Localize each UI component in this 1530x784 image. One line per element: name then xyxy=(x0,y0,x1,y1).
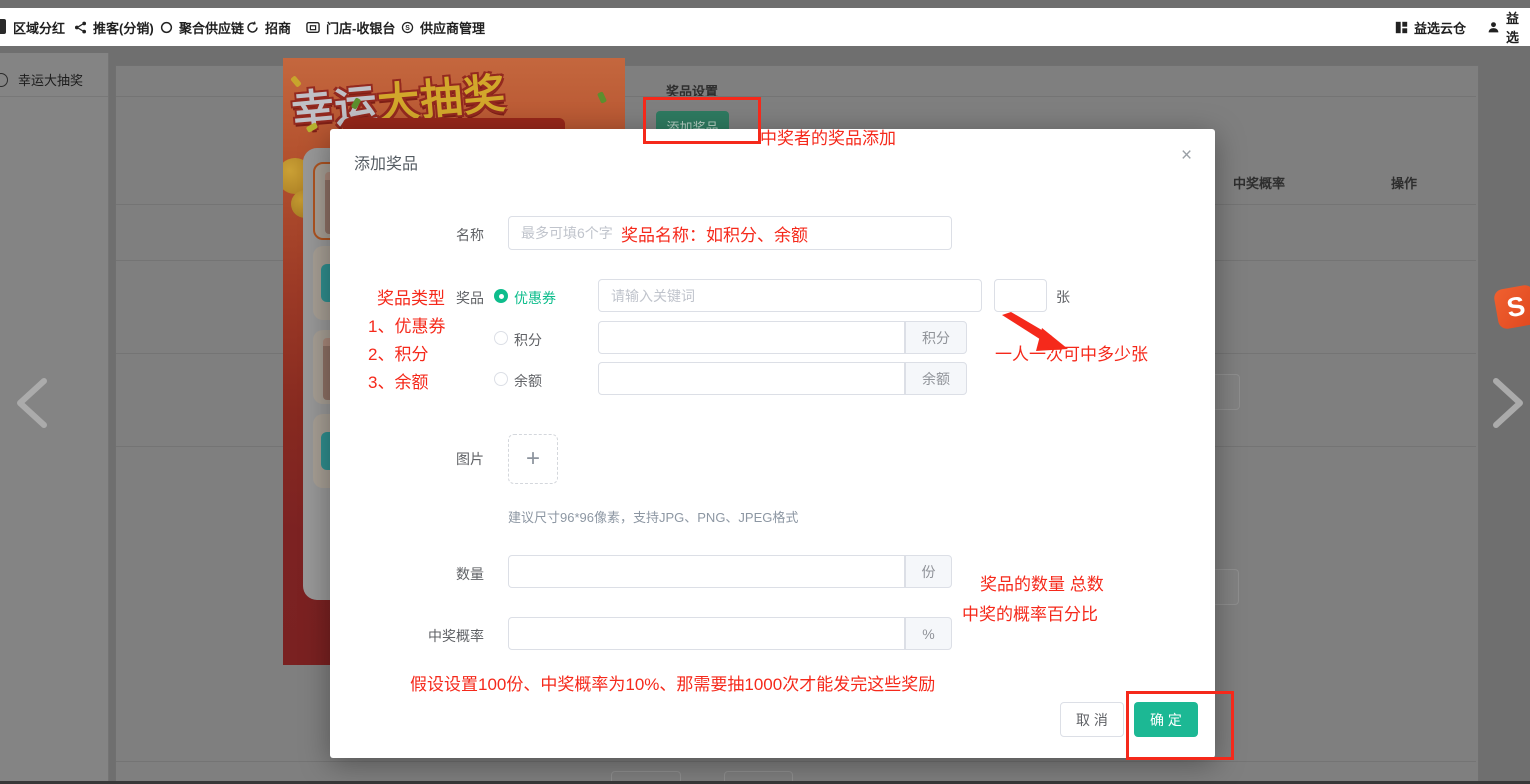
share-icon xyxy=(74,21,87,34)
nav-item-label: 区域分红 xyxy=(13,18,65,37)
annotation-type-title: 奖品类型 xyxy=(377,284,445,309)
svg-text:S: S xyxy=(405,24,410,31)
user-menu[interactable]: 益选 xyxy=(1487,8,1530,46)
nav-item-label: 供应商管理 xyxy=(420,18,485,37)
points-suffix: 积分 xyxy=(905,321,967,354)
nav-item-promoter[interactable]: 推客(分销) xyxy=(74,8,154,46)
column-header-probability: 中奖概率 xyxy=(1233,173,1285,192)
points-input[interactable] xyxy=(598,321,905,354)
plus-icon: + xyxy=(526,445,540,473)
nav-item-investment[interactable]: 招商 xyxy=(246,8,291,46)
coupon-count-input[interactable] xyxy=(994,279,1047,312)
circle-icon xyxy=(160,21,173,34)
radio-balance[interactable] xyxy=(494,372,508,386)
annotation-box-add-button xyxy=(643,97,761,144)
annotation-type-line2: 2、积分 xyxy=(368,340,428,365)
cancel-button[interactable]: 取 消 xyxy=(1060,702,1124,737)
grid-icon xyxy=(1395,21,1408,34)
clipped-nav-icon xyxy=(0,19,6,34)
workspace-switcher[interactable]: 益选云仓 xyxy=(1395,8,1466,46)
workspace-label: 益选云仓 xyxy=(1414,18,1466,37)
quantity-input[interactable] xyxy=(508,555,905,588)
column-header-action: 操作 xyxy=(1391,173,1417,192)
probability-input[interactable] xyxy=(508,617,905,650)
carousel-right-arrow[interactable] xyxy=(1486,375,1530,431)
nav-item-label: 推客(分销) xyxy=(93,18,154,37)
quantity-suffix: 份 xyxy=(905,555,952,588)
image-upload-button[interactable]: + xyxy=(508,434,558,484)
user-icon xyxy=(1487,21,1500,34)
name-label: 名称 xyxy=(390,225,484,245)
image-hint: 建议尺寸96*96像素，支持JPG、PNG、JPEG格式 xyxy=(508,507,798,526)
annotation-count-note: 一人一次可中多少张 xyxy=(995,340,1148,365)
balance-suffix: 余额 xyxy=(905,362,967,395)
carousel-left-arrow[interactable] xyxy=(10,375,54,431)
coupon-unit: 张 xyxy=(1056,287,1070,307)
cash-register-icon xyxy=(306,21,320,34)
sidebar-item-lucky-draw[interactable]: 幸运大抽奖 xyxy=(0,63,108,97)
annotation-bottom-note: 假设设置100份、中奖概率为10%、那需要抽1000次才能发完这些奖励 xyxy=(410,670,935,695)
user-label: 益选 xyxy=(1506,8,1530,46)
annotation-quantity-note: 奖品的数量 总数 xyxy=(980,570,1104,595)
nav-item-region-dividend[interactable]: 区域分红 xyxy=(13,8,65,46)
balance-input[interactable] xyxy=(598,362,905,395)
nav-item-supplier-mgmt[interactable]: S 供应商管理 xyxy=(401,8,485,46)
recycle-icon xyxy=(246,21,259,34)
radio-balance-label: 余额 xyxy=(514,371,542,391)
divider xyxy=(116,761,1476,762)
image-label: 图片 xyxy=(390,449,484,469)
coupon-keyword-input[interactable] xyxy=(598,279,982,312)
lottery-icon xyxy=(0,73,8,87)
radio-points[interactable] xyxy=(494,331,508,345)
radio-coupon[interactable] xyxy=(494,289,508,303)
annotation-type-line1: 1、优惠券 xyxy=(368,312,445,337)
nav-item-supply-chain[interactable]: 聚合供应链 xyxy=(160,8,244,46)
nav-item-label: 聚合供应链 xyxy=(179,18,244,37)
sidebar-item-label: 幸运大抽奖 xyxy=(18,70,83,89)
radio-points-label: 积分 xyxy=(514,330,542,350)
screenshot-tool-icon[interactable]: S xyxy=(1493,284,1530,330)
annotation-add-note: 中奖者的奖品添加 xyxy=(760,124,896,149)
probability-label: 中奖概率 xyxy=(390,626,484,646)
nav-item-store-cashier[interactable]: 门店-收银台 xyxy=(306,8,395,46)
quantity-label: 数量 xyxy=(390,564,484,584)
top-navbar: 区域分红 推客(分销) 聚合供应链 招商 门店-收银台 S 供应商管理 益选云仓… xyxy=(0,8,1530,47)
annotation-box-confirm xyxy=(1126,691,1234,760)
annotation-name-note: 奖品名称：如积分、余额 xyxy=(621,221,808,246)
annotation-type-line3: 3、余额 xyxy=(368,368,428,393)
close-icon[interactable]: × xyxy=(1181,146,1192,165)
nav-item-label: 门店-收银台 xyxy=(326,18,395,37)
nav-item-label: 招商 xyxy=(265,18,291,37)
probability-suffix: % xyxy=(905,617,952,650)
cancel-label: 取 消 xyxy=(1076,710,1108,730)
dialog-title: 添加奖品 xyxy=(354,150,418,174)
supplier-icon: S xyxy=(401,21,414,34)
top-strip xyxy=(0,0,1530,8)
annotation-probability-note: 中奖的概率百分比 xyxy=(962,600,1098,625)
radio-coupon-label: 优惠券 xyxy=(514,288,556,308)
